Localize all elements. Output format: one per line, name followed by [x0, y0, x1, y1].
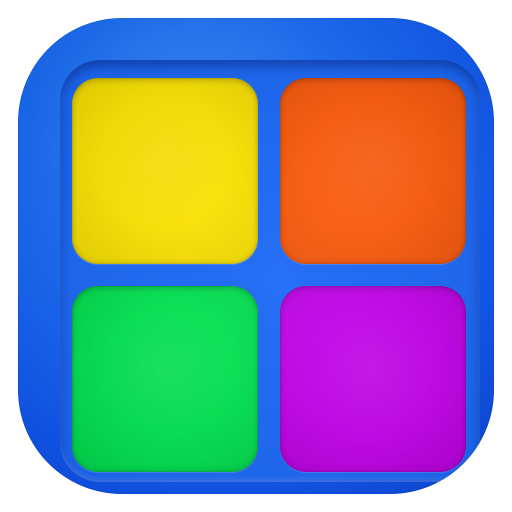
green-tile: [72, 286, 258, 472]
app-icon: [18, 18, 494, 494]
purple-tile: [280, 286, 466, 472]
orange-tile: [280, 78, 466, 264]
screen: [0, 0, 512, 512]
yellow-tile: [72, 78, 258, 264]
